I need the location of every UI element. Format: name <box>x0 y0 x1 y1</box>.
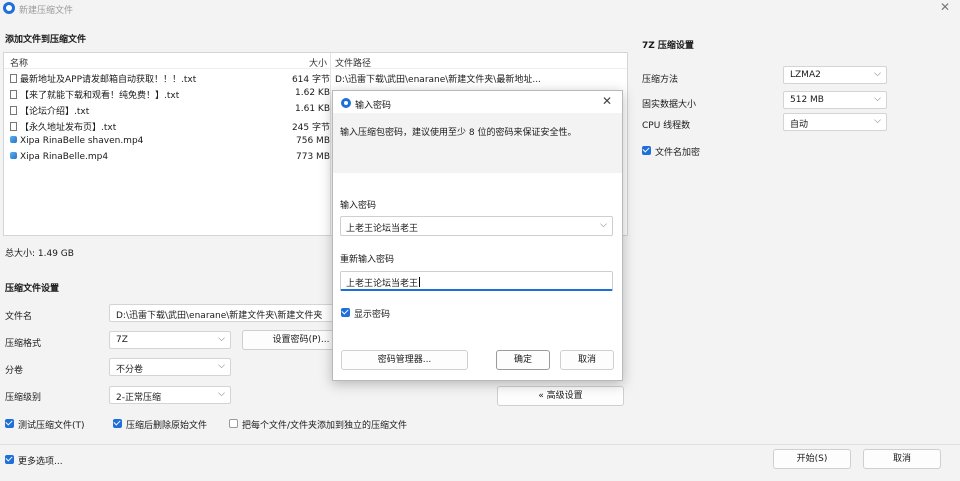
file-size: 773 MB <box>296 152 330 162</box>
file-name: 【论坛介绍】.txt <box>20 107 90 117</box>
chevron-down-icon: ⌵ <box>874 69 881 79</box>
dict-label: 固实数据大小 <box>642 100 697 110</box>
file-name: Xipa RinaBelle.mp4 <box>20 152 109 162</box>
text-caret <box>419 277 421 287</box>
password-label: 输入密码 <box>340 201 377 211</box>
password-input[interactable]: 上老王论坛当老王 ⌵ <box>340 216 613 236</box>
chevron-down-icon: ⌵ <box>218 361 225 371</box>
level-label: 压缩级别 <box>5 393 42 403</box>
total-size: 总大小: 1.49 GB <box>5 249 74 259</box>
more-options-checkbox[interactable] <box>5 455 14 464</box>
repeat-password-value: 上老王论坛当老王 <box>346 276 421 289</box>
file-row[interactable]: 最新地址及APP请发邮箱自动获取！！！.txt 614 字节 D:\迅雷下载\武… <box>4 70 627 85</box>
method-value: LZMA2 <box>790 70 821 80</box>
filename-value: D:\迅雷下载\武田\enarane\新建文件夹\新建文件夹 <box>116 311 323 321</box>
file-name: 【来了就能下载和观看！纯免费！】.txt <box>20 91 180 101</box>
dialog-hint-area: 输入压缩包密码，建议使用至少 8 位的密码来保证安全性。 <box>333 113 622 173</box>
password-dialog: 输入密码 ✕ 输入压缩包密码，建议使用至少 8 位的密码来保证安全性。 输入密码… <box>332 90 623 381</box>
file-size: 1.61 KB <box>295 104 330 114</box>
7z-settings-panel <box>632 25 954 445</box>
cancel-button[interactable]: 取消 <box>863 449 941 469</box>
encrypt-names-label: 文件名加密 <box>655 148 701 158</box>
file-size: 245 字节 <box>291 123 330 133</box>
chevron-down-icon: ⌵ <box>874 116 881 126</box>
password-value: 上老王论坛当老王 <box>346 224 419 234</box>
document-icon <box>10 122 17 131</box>
chevron-down-icon: ⌵ <box>600 220 607 230</box>
dialog-close-icon[interactable]: ✕ <box>602 94 612 108</box>
document-icon <box>10 90 17 99</box>
encrypt-names-checkbox[interactable] <box>642 146 651 155</box>
file-path: D:\迅雷下载\武田\enarane\新建文件夹\最新地址... <box>335 75 541 85</box>
document-icon <box>10 106 17 115</box>
cpu-label: CPU 线程数 <box>642 121 691 131</box>
file-size: 756 MB <box>296 136 330 146</box>
method-label: 压缩方法 <box>642 75 679 85</box>
dict-value: 512 MB <box>790 95 824 105</box>
video-icon <box>10 136 17 143</box>
separate-archives-label: 把每个文件/文件夹添加到独立的压缩文件 <box>242 421 408 431</box>
test-archive-label: 测试压缩文件(T) <box>18 421 85 431</box>
split-value: 不分卷 <box>116 365 144 375</box>
window-close-icon[interactable]: ✕ <box>940 0 950 14</box>
chevron-down-icon: ⌵ <box>218 389 225 399</box>
dialog-ok-button[interactable]: 确定 <box>496 350 550 370</box>
dialog-hint: 输入压缩包密码，建议使用至少 8 位的密码来保证安全性。 <box>340 128 577 138</box>
dialog-cancel-button[interactable]: 取消 <box>560 350 614 370</box>
delete-after-label: 压缩后删除原始文件 <box>126 421 208 431</box>
repeat-password-label: 重新输入密码 <box>340 255 395 265</box>
dict-select[interactable]: 512 MB ⌵ <box>783 91 887 109</box>
app-logo-icon <box>3 2 15 14</box>
more-options-label: 更多选项... <box>18 457 63 467</box>
cpu-value: 自动 <box>790 120 809 130</box>
test-archive-checkbox[interactable] <box>5 419 14 428</box>
cpu-select[interactable]: 自动 ⌵ <box>783 113 887 131</box>
show-password-label: 显示密码 <box>354 310 391 320</box>
method-select[interactable]: LZMA2 ⌵ <box>783 66 887 84</box>
split-label: 分卷 <box>5 366 24 376</box>
filename-label: 文件名 <box>5 312 33 322</box>
column-header-name[interactable]: 名称 <box>10 56 28 69</box>
title-bar: 新建压缩文件 ✕ <box>0 0 960 18</box>
format-value: 7Z <box>116 335 128 345</box>
file-size: 1.62 KB <box>295 88 330 98</box>
document-icon <box>10 74 17 83</box>
file-name: 【永久地址发布页】.txt <box>20 123 117 133</box>
separate-archives-checkbox[interactable] <box>229 419 238 428</box>
split-select[interactable]: 不分卷 ⌵ <box>109 358 231 376</box>
chevron-down-icon: ⌵ <box>874 94 881 104</box>
video-icon <box>10 152 17 159</box>
column-header-path[interactable]: 文件路径 <box>335 56 371 69</box>
file-size: 614 字节 <box>291 75 330 85</box>
files-section-title: 添加文件到压缩文件 <box>5 35 87 45</box>
filename-input[interactable]: D:\迅雷下载\武田\enarane\新建文件夹\新建文件夹 <box>109 304 359 322</box>
file-name: 最新地址及APP请发邮箱自动获取！！！.txt <box>20 75 197 85</box>
settings-section-title: 压缩文件设置 <box>5 284 60 294</box>
file-name: Xipa RinaBelle shaven.mp4 <box>20 136 144 146</box>
password-manager-button[interactable]: 密码管理器... <box>341 350 468 370</box>
advanced-settings-button[interactable]: « 高级设置 <box>497 386 624 406</box>
7z-section-title: 7Z 压缩设置 <box>642 41 694 51</box>
bottom-divider <box>0 444 960 445</box>
start-button[interactable]: 开始(S) <box>773 449 851 469</box>
repeat-password-text: 上老王论坛当老王 <box>346 279 419 289</box>
file-list-header: 名称 大小 文件路径 <box>4 53 627 69</box>
format-select[interactable]: 7Z ⌵ <box>109 331 231 349</box>
chevron-down-icon: ⌵ <box>218 334 225 344</box>
window-title: 新建压缩文件 <box>19 6 74 16</box>
level-select[interactable]: 2-正常压缩 ⌵ <box>109 386 231 404</box>
show-password-checkbox[interactable] <box>341 308 350 317</box>
dialog-title: 输入密码 <box>355 101 392 111</box>
level-value: 2-正常压缩 <box>116 393 161 403</box>
repeat-password-input[interactable]: 上老王论坛当老王 <box>340 271 613 291</box>
app-logo-icon <box>341 98 351 108</box>
delete-after-checkbox[interactable] <box>113 419 122 428</box>
column-header-size[interactable]: 大小 <box>309 56 327 69</box>
format-label: 压缩格式 <box>5 339 42 349</box>
